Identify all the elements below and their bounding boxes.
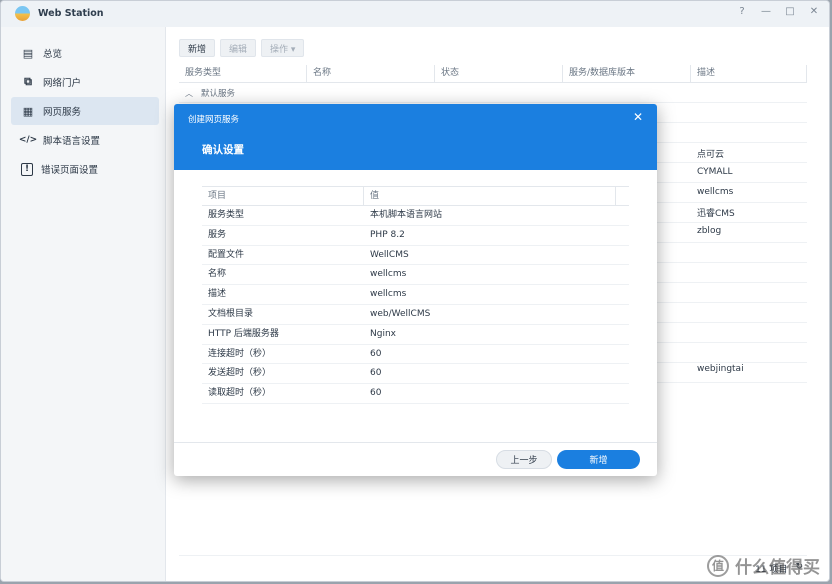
summary-row: 文档根目录 web/WellCMS [202, 305, 629, 325]
summary-key: 名称 [208, 269, 227, 280]
summary-key: 连接超时（秒） [208, 348, 272, 359]
close-icon[interactable]: ✕ [809, 6, 819, 17]
summary-value: wellcms [370, 269, 407, 280]
summary-col-value: 值 [364, 187, 616, 205]
summary-key: 读取超时（秒） [208, 388, 272, 399]
summary-value: Nginx [370, 328, 396, 339]
sidebar-item-label: 脚本语言设置 [43, 136, 101, 147]
app-title: Web Station [38, 8, 104, 19]
summary-value: 60 [370, 368, 382, 379]
summary-key: 文档根目录 [208, 308, 254, 319]
summary-row: 名称 wellcms [202, 265, 629, 286]
summary-row: 配置文件 WellCMS [202, 246, 629, 266]
web-station-logo-icon [15, 6, 30, 21]
toolbar: 新增 编辑 操作 ▾ [179, 39, 305, 57]
column-header-service-type[interactable]: 服务类型 [179, 65, 307, 82]
dialog-footer: 上一步 新增 [174, 442, 657, 476]
table-header: 服务类型 名称 状态 服务/数据库版本 描述 [179, 65, 807, 83]
sidebar-item-label: 网络门户 [43, 78, 82, 89]
column-header-status[interactable]: 状态 [435, 65, 563, 82]
summary-value: 60 [370, 388, 382, 399]
new-button[interactable]: 新增 [179, 39, 216, 57]
create-web-service-dialog: 创建网页服务 ✕ 确认设置 项目 值 服务类型 本机脚本语言网站 服务 PHP 8.… [174, 104, 657, 476]
summary-table: 项目 值 服务类型 本机脚本语言网站 服务 PHP 8.2 配置文件 WellCMS … [202, 186, 629, 404]
table-cell-description: wellcms [697, 187, 734, 197]
sidebar-item-overview[interactable]: ▤ 总览 [11, 39, 159, 67]
sidebar-item-error-page[interactable]: ! 错误页面设置 [11, 155, 159, 183]
maximize-icon[interactable]: □ [785, 6, 795, 17]
minimize-icon[interactable]: — [761, 6, 771, 17]
summary-row: 服务类型 本机脚本语言网站 [202, 206, 629, 226]
summary-key: 服务类型 [208, 210, 245, 220]
help-icon[interactable]: ? [737, 6, 747, 17]
previous-step-button[interactable]: 上一步 [496, 450, 552, 469]
overview-icon: ▤ [22, 46, 34, 60]
summary-row: 发送超时（秒） 60 [202, 364, 629, 385]
portal-icon: ⧉ [24, 75, 32, 88]
grid-icon: ▦ [22, 104, 34, 118]
table-cell-description: 点可云 [697, 150, 725, 160]
watermark-badge: 值 [707, 554, 729, 577]
sidebar-item-script-language[interactable]: </> 脚本语言设置 [11, 126, 159, 154]
summary-value: WellCMS [370, 249, 409, 260]
summary-value: 本机脚本语言网站 [370, 210, 443, 220]
summary-key: 描述 [208, 289, 227, 300]
summary-header: 项目 值 [202, 186, 629, 206]
table-cell-description: CYMALL [697, 167, 733, 177]
summary-row: 连接超时（秒） 60 [202, 345, 629, 365]
code-icon: </> [18, 135, 38, 145]
summary-value: 60 [370, 348, 382, 359]
window-controls: ? — □ ✕ [737, 6, 819, 17]
table-cell-description: zblog [697, 226, 722, 236]
dialog-caption: 创建网页服务 [188, 115, 240, 125]
table-cell-description: 迅睿CMS [697, 209, 735, 219]
chevron-up-icon: ︿ [185, 88, 193, 98]
summary-key: HTTP 后端服务器 [208, 328, 279, 339]
edit-button[interactable]: 编辑 [220, 39, 257, 57]
error-page-icon: ! [21, 162, 33, 176]
sidebar: ▤ 总览 ⧉ 网络门户 ▦ 网页服务 </> 脚本语言设置 ! 错误页面设置 [1, 27, 166, 581]
sidebar-item-portal[interactable]: ⧉ 网络门户 [11, 68, 159, 96]
dialog-close-icon[interactable]: ✕ [633, 110, 643, 124]
summary-key: 服务 [208, 229, 227, 240]
watermark: 值 什么值得买 [707, 553, 820, 578]
column-header-name[interactable]: 名称 [307, 65, 435, 82]
sidebar-item-label: 总览 [43, 49, 63, 60]
create-button[interactable]: 新增 [557, 450, 640, 469]
summary-value: wellcms [370, 289, 407, 300]
sidebar-item-web-service[interactable]: ▦ 网页服务 [11, 97, 159, 125]
summary-col-item: 项目 [202, 187, 364, 205]
summary-key: 发送超时（秒） [208, 368, 272, 379]
summary-key: 配置文件 [208, 249, 245, 260]
dialog-header: 创建网页服务 ✕ 确认设置 [174, 104, 657, 170]
summary-row: 读取超时（秒） 60 [202, 384, 629, 404]
sidebar-item-label: 网页服务 [43, 107, 82, 118]
dialog-step-title: 确认设置 [202, 144, 244, 156]
group-row-default[interactable]: ︿ 默认服务 [179, 85, 235, 101]
row-divider [179, 102, 807, 103]
summary-row: 服务 PHP 8.2 [202, 226, 629, 246]
sidebar-item-label: 错误页面设置 [41, 165, 99, 176]
summary-row: 描述 wellcms [202, 285, 629, 305]
column-header-version[interactable]: 服务/数据库版本 [563, 65, 691, 82]
group-label: 默认服务 [201, 89, 236, 99]
table-cell-description: webjingtai [697, 364, 744, 374]
summary-value: PHP 8.2 [370, 229, 405, 240]
watermark-text: 什么值得买 [735, 558, 820, 578]
summary-value: web/WellCMS [370, 308, 431, 319]
summary-row: HTTP 后端服务器 Nginx [202, 325, 629, 345]
titlebar: Web Station ? — □ ✕ [1, 1, 829, 27]
column-header-description[interactable]: 描述 [691, 65, 807, 82]
action-dropdown[interactable]: 操作 ▾ [261, 39, 305, 57]
